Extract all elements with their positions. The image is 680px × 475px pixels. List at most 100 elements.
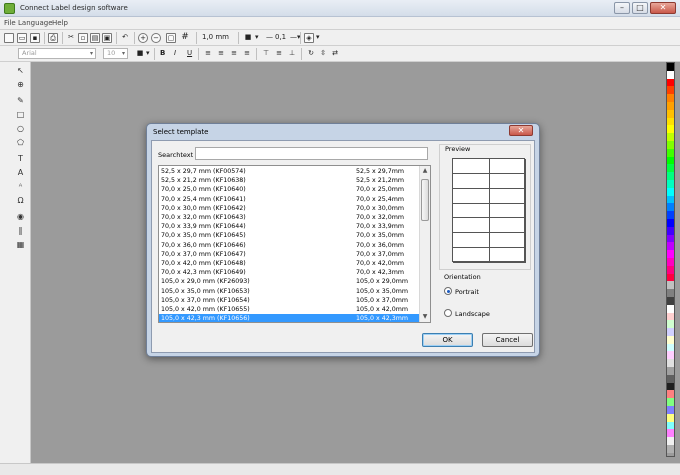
palette-swatch[interactable] [667, 203, 674, 212]
text-icon[interactable]: T [15, 154, 26, 164]
font-name-select[interactable]: Arial ▾ [18, 48, 96, 59]
palette-swatch[interactable] [667, 359, 674, 368]
rotate-icon[interactable]: ↻ [306, 49, 316, 59]
palette-swatch[interactable] [667, 296, 674, 305]
landscape-radio[interactable] [444, 309, 452, 317]
list-item[interactable]: 70,0 x 42,3 mm (KF10649) 70,0 x 42,3mm [159, 268, 420, 277]
chevron-down-icon[interactable]: ▾ [146, 49, 150, 57]
palette-swatch[interactable] [667, 445, 674, 453]
spacing-icon[interactable]: ⇳ [318, 49, 328, 59]
list-item[interactable]: 70,0 x 37,0 mm (KF10647) 70,0 x 37,0mm [159, 250, 420, 259]
portrait-label[interactable]: Portrait [455, 288, 479, 296]
font-size-select[interactable]: 10 ▾ [103, 48, 128, 59]
palette-swatch[interactable] [667, 335, 674, 344]
palette-swatch[interactable] [667, 140, 674, 149]
align-bottom-icon[interactable]: ⊥ [287, 49, 297, 59]
list-item[interactable]: 105,0 x 29,0 mm (KF26093) 105,0 x 29,0mm [159, 277, 420, 286]
list-item[interactable]: 105,0 x 42,0 mm (KF10655) 105,0 x 42,0mm [159, 305, 420, 314]
chevron-down-icon[interactable]: ▾ [255, 33, 259, 41]
underline-button[interactable]: U [187, 49, 192, 57]
justify-icon[interactable]: ≡ [242, 49, 252, 59]
align-middle-icon[interactable]: ≡ [274, 49, 284, 59]
align-center-icon[interactable]: ≡ [216, 49, 226, 59]
ok-button[interactable]: OK [422, 333, 473, 347]
align-left-icon[interactable]: ≡ [203, 49, 213, 59]
menu-language[interactable]: Language [18, 19, 53, 27]
fill-color-icon[interactable]: ■ [243, 33, 253, 43]
list-item[interactable]: 52,5 x 21,2 mm (KF10638) 52,5 x 21,2mm [159, 176, 420, 185]
palette-swatch[interactable] [667, 328, 674, 336]
portrait-radio[interactable] [444, 287, 452, 295]
chevron-down-icon[interactable]: ▾ [316, 33, 320, 41]
palette-swatch[interactable] [667, 94, 674, 102]
list-item[interactable]: 70,0 x 36,0 mm (KF10646) 70,0 x 36,0mm [159, 241, 420, 250]
palette-swatch[interactable] [667, 304, 674, 313]
palette-swatch[interactable] [667, 437, 674, 446]
palette-swatch[interactable] [667, 265, 674, 274]
palette-swatch[interactable] [667, 117, 674, 126]
cancel-button[interactable]: Cancel [482, 333, 533, 347]
pointer-icon[interactable]: ↖ [15, 66, 26, 76]
print-icon[interactable]: ⎙ [48, 33, 58, 43]
close-button[interactable]: ✕ [650, 2, 676, 14]
palette-swatch[interactable] [667, 374, 674, 383]
palette-swatch[interactable] [667, 413, 674, 422]
palette-swatch[interactable] [667, 281, 674, 290]
text-color-icon[interactable]: ■ [135, 49, 145, 59]
palette-swatch[interactable] [667, 218, 674, 227]
palette-swatch[interactable] [667, 234, 674, 243]
palette-swatch[interactable] [667, 63, 674, 71]
database-icon[interactable]: ▦ [15, 240, 26, 250]
list-item[interactable]: 105,0 x 37,0 mm (KF10654) 105,0 x 37,0mm [159, 296, 420, 305]
list-item[interactable]: 105,0 x 35,0 mm (KF10653) 105,0 x 35,0mm [159, 287, 420, 296]
italic-button[interactable]: I [174, 49, 176, 57]
list-item[interactable]: 70,0 x 25,4 mm (KF10641) 70,0 x 25,4mm [159, 195, 420, 204]
undo-icon[interactable]: ↶ [120, 33, 130, 43]
minimize-button[interactable]: – [614, 2, 630, 14]
pen-icon[interactable]: ✎ [15, 96, 26, 106]
line-width-value[interactable]: 1,0 mm [202, 33, 229, 41]
new-file-icon[interactable] [4, 33, 14, 43]
palette-swatch[interactable] [667, 421, 674, 430]
menu-help[interactable]: Help [52, 19, 68, 27]
zoom-out-icon[interactable]: − [151, 33, 161, 43]
palette-swatch[interactable] [667, 133, 674, 141]
align-top-icon[interactable]: ⊤ [261, 49, 271, 59]
palette-swatch[interactable] [667, 429, 674, 438]
polygon-icon[interactable]: ⬠ [15, 138, 26, 148]
palette-swatch[interactable] [667, 195, 674, 204]
palette-swatch[interactable] [667, 367, 674, 375]
list-item[interactable]: 52,5 x 29,7 mm (KF00574) 52,5 x 29,7mm [159, 167, 420, 176]
palette-swatch[interactable] [667, 351, 674, 360]
palette-swatch[interactable] [667, 398, 674, 407]
save-icon[interactable]: ▪ [30, 33, 40, 43]
zoom-icon[interactable]: ⊕ [15, 80, 26, 90]
palette-swatch[interactable] [667, 382, 674, 391]
grid-icon[interactable]: # [180, 33, 190, 43]
list-scrollbar[interactable]: ▲ ▼ [419, 166, 430, 322]
palette-swatch[interactable] [667, 109, 674, 118]
menu-file[interactable]: File [4, 19, 16, 27]
palette-swatch[interactable] [667, 250, 674, 258]
palette-swatch[interactable] [667, 101, 674, 110]
palette-swatch[interactable] [667, 86, 674, 95]
list-item[interactable]: 70,0 x 25,0 mm (KF10640) 70,0 x 25,0mm [159, 185, 420, 194]
open-folder-icon[interactable]: ▭ [17, 33, 27, 43]
flip-icon[interactable]: ⇄ [330, 49, 340, 59]
image-icon[interactable]: ◉ [15, 212, 26, 222]
rectangle-icon[interactable]: □ [15, 110, 26, 120]
arrange-icon[interactable]: ◈ [304, 33, 314, 43]
scroll-thumb[interactable] [421, 179, 429, 221]
fit-page-icon[interactable]: ▢ [166, 33, 176, 43]
search-input[interactable] [195, 147, 428, 160]
list-item[interactable]: 105,0 x 42,3 mm (KF10656) 105,0 x 42,3mm [159, 314, 420, 322]
ellipse-icon[interactable]: ○ [15, 124, 26, 134]
list-item[interactable]: 70,0 x 30,0 mm (KF10642) 70,0 x 30,0mm [159, 204, 420, 213]
arc-text-icon[interactable]: ᴬ [15, 182, 26, 192]
palette-swatch[interactable] [667, 125, 674, 134]
palette-swatch[interactable] [667, 343, 674, 352]
palette-swatch[interactable] [667, 289, 674, 297]
vertical-text-icon[interactable]: A [15, 168, 26, 178]
palette-swatch[interactable] [667, 78, 674, 87]
palette-swatch[interactable] [667, 179, 674, 188]
